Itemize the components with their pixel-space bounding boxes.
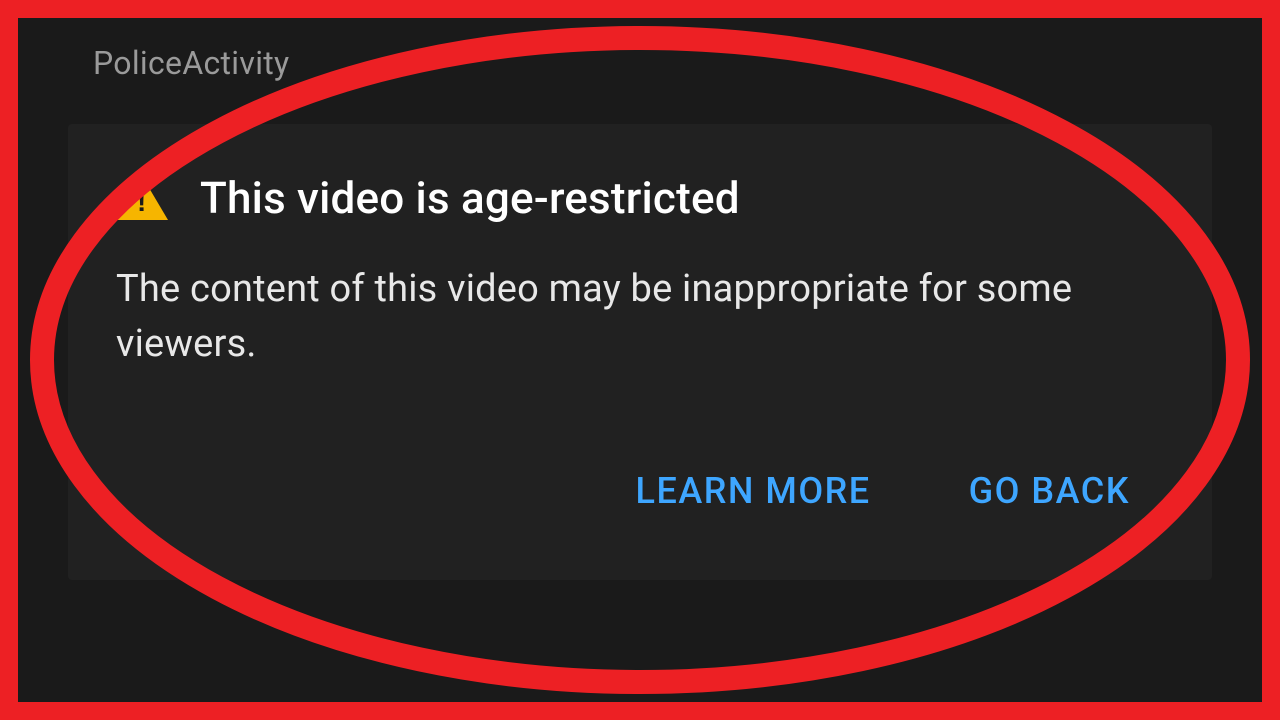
age-restriction-card: This video is age-restricted The content…	[68, 124, 1212, 580]
button-row: LEARN MORE GO BACK	[116, 462, 1164, 520]
warning-header: This video is age-restricted	[116, 172, 1164, 224]
content-area: PoliceActivity This video is age-restric…	[18, 18, 1262, 702]
learn-more-button[interactable]: LEARN MORE	[632, 462, 875, 520]
warning-icon	[116, 176, 168, 220]
channel-name[interactable]: PoliceActivity	[93, 44, 1222, 82]
warning-title: This video is age-restricted	[200, 172, 740, 224]
warning-description: The content of this video may be inappro…	[116, 262, 1164, 372]
outer-red-frame: PoliceActivity This video is age-restric…	[0, 0, 1280, 720]
go-back-button[interactable]: GO BACK	[965, 462, 1134, 520]
